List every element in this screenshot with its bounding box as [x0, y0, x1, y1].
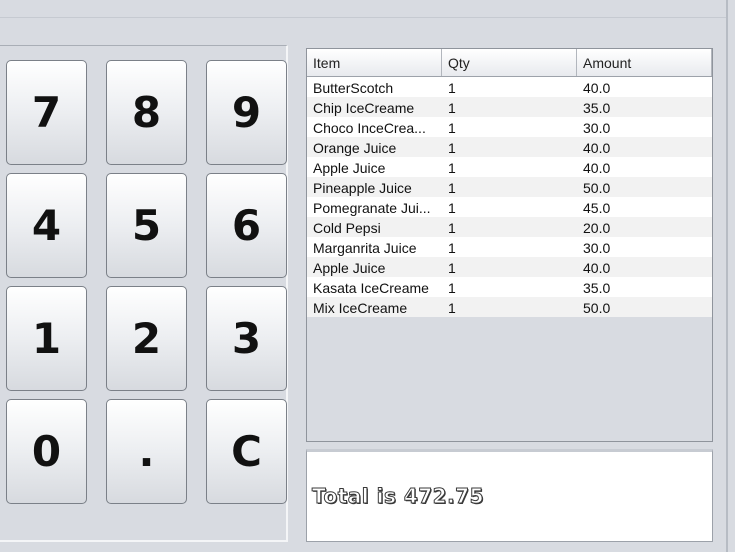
cell-amount: 40.0	[583, 80, 611, 96]
key-9[interactable]: 9	[206, 60, 287, 165]
order-table[interactable]: Item Qty Amount ButterScotch 1 40.0 Chip I…	[306, 48, 713, 442]
cell-amount: 50.0	[583, 180, 611, 196]
key-8[interactable]: 8	[106, 60, 187, 165]
cell-item: ButterScotch	[313, 80, 394, 96]
table-row[interactable]: Mix IceCreame 1 50.0	[307, 297, 712, 317]
cell-qty: 1	[448, 140, 456, 156]
column-header-amount[interactable]: Amount	[577, 49, 712, 76]
table-row[interactable]: Choco InceCrea... 1 30.0	[307, 117, 712, 137]
table-row[interactable]: Apple Juice 1 40.0	[307, 257, 712, 277]
total-panel: Total is 472.75	[306, 449, 713, 542]
cell-amount: 35.0	[583, 280, 611, 296]
cell-item: Mix IceCreame	[313, 300, 408, 316]
cell-amount: 35.0	[583, 100, 611, 116]
key-3[interactable]: 3	[206, 286, 287, 391]
cell-amount: 45.0	[583, 200, 611, 216]
table-row[interactable]: Cold Pepsi 1 20.0	[307, 217, 712, 237]
total-label: Total is 472.75	[311, 484, 485, 509]
table-row[interactable]: Apple Juice 1 40.0	[307, 157, 712, 177]
window-right-border	[726, 0, 728, 552]
table-row[interactable]: Pineapple Juice 1 50.0	[307, 177, 712, 197]
cell-item: Cold Pepsi	[313, 220, 381, 236]
key-1[interactable]: 1	[6, 286, 87, 391]
cell-item: Pineapple Juice	[313, 180, 412, 196]
cell-qty: 1	[448, 260, 456, 276]
cell-item: Apple Juice	[313, 160, 386, 176]
key-6[interactable]: 6	[206, 173, 287, 278]
table-row[interactable]: Chip IceCreame 1 35.0	[307, 97, 712, 117]
cell-amount: 20.0	[583, 220, 611, 236]
cell-item: Choco InceCrea...	[313, 120, 426, 136]
cell-item: Kasata IceCreame	[313, 280, 429, 296]
key-2[interactable]: 2	[106, 286, 187, 391]
key-0[interactable]: 0	[6, 399, 87, 504]
cell-amount: 30.0	[583, 240, 611, 256]
cell-amount: 40.0	[583, 140, 611, 156]
table-row[interactable]: Orange Juice 1 40.0	[307, 137, 712, 157]
key-7[interactable]: 7	[6, 60, 87, 165]
table-row[interactable]: ButterScotch 1 40.0	[307, 77, 712, 97]
table-body: ButterScotch 1 40.0 Chip IceCreame 1 35.0 Ch…	[307, 77, 712, 317]
table-row[interactable]: Kasata IceCreame 1 35.0	[307, 277, 712, 297]
cell-qty: 1	[448, 220, 456, 236]
cell-qty: 1	[448, 160, 456, 176]
cell-qty: 1	[448, 300, 456, 316]
table-row[interactable]: Marganrita Juice 1 30.0	[307, 237, 712, 257]
table-header: Item Qty Amount	[307, 49, 712, 77]
cell-item: Apple Juice	[313, 260, 386, 276]
key-5[interactable]: 5	[106, 173, 187, 278]
table-row[interactable]: Pomegranate Jui... 1 45.0	[307, 197, 712, 217]
cell-qty: 1	[448, 80, 456, 96]
column-header-qty[interactable]: Qty	[442, 49, 577, 76]
cell-item: Chip IceCreame	[313, 100, 415, 116]
cell-qty: 1	[448, 240, 456, 256]
cell-qty: 1	[448, 100, 456, 116]
cell-qty: 1	[448, 120, 456, 136]
cell-qty: 1	[448, 280, 456, 296]
key-clear[interactable]: C	[206, 399, 287, 504]
cell-item: Orange Juice	[313, 140, 397, 156]
cell-amount: 40.0	[583, 260, 611, 276]
key-decimal-point[interactable]: .	[106, 399, 187, 504]
keypad-panel: 7 8 9 4 5 6 1 2 3 0 . C	[0, 45, 288, 542]
cell-qty: 1	[448, 180, 456, 196]
key-4[interactable]: 4	[6, 173, 87, 278]
top-divider	[0, 17, 726, 18]
column-header-item[interactable]: Item	[307, 49, 442, 76]
cell-amount: 30.0	[583, 120, 611, 136]
cell-amount: 40.0	[583, 160, 611, 176]
cell-qty: 1	[448, 200, 456, 216]
cell-amount: 50.0	[583, 300, 611, 316]
cell-item: Marganrita Juice	[313, 240, 417, 256]
cell-item: Pomegranate Jui...	[313, 200, 431, 216]
